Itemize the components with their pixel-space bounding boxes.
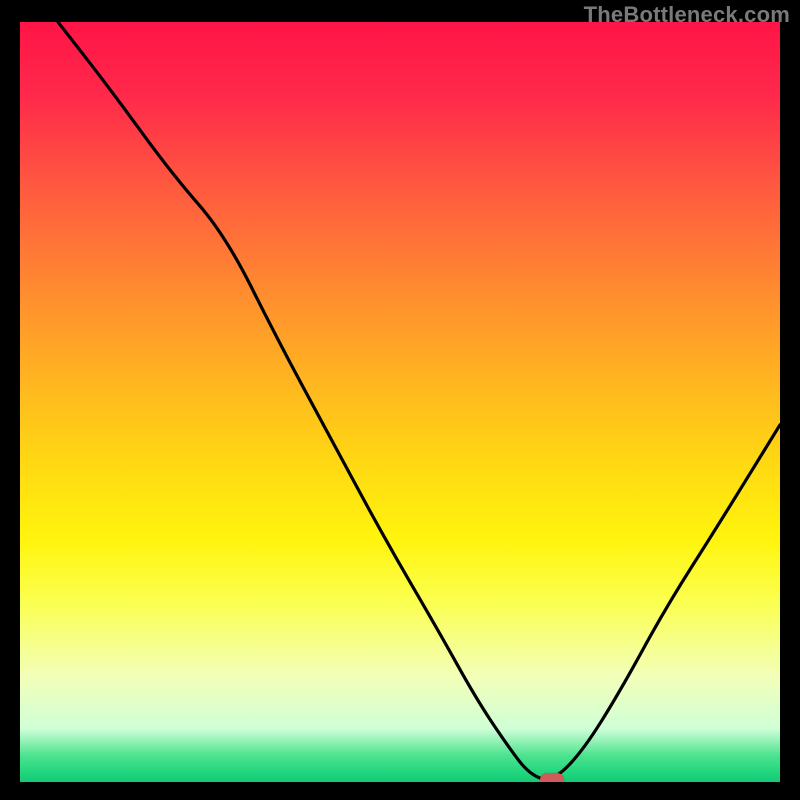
chart-stage: TheBottleneck.com — [0, 0, 800, 800]
y-axis-area — [0, 22, 20, 782]
plot-area — [20, 22, 780, 782]
x-axis-area — [20, 782, 780, 800]
optimal-point-marker — [540, 773, 564, 782]
bottleneck-curve — [20, 22, 780, 782]
curve-path — [58, 22, 780, 779]
